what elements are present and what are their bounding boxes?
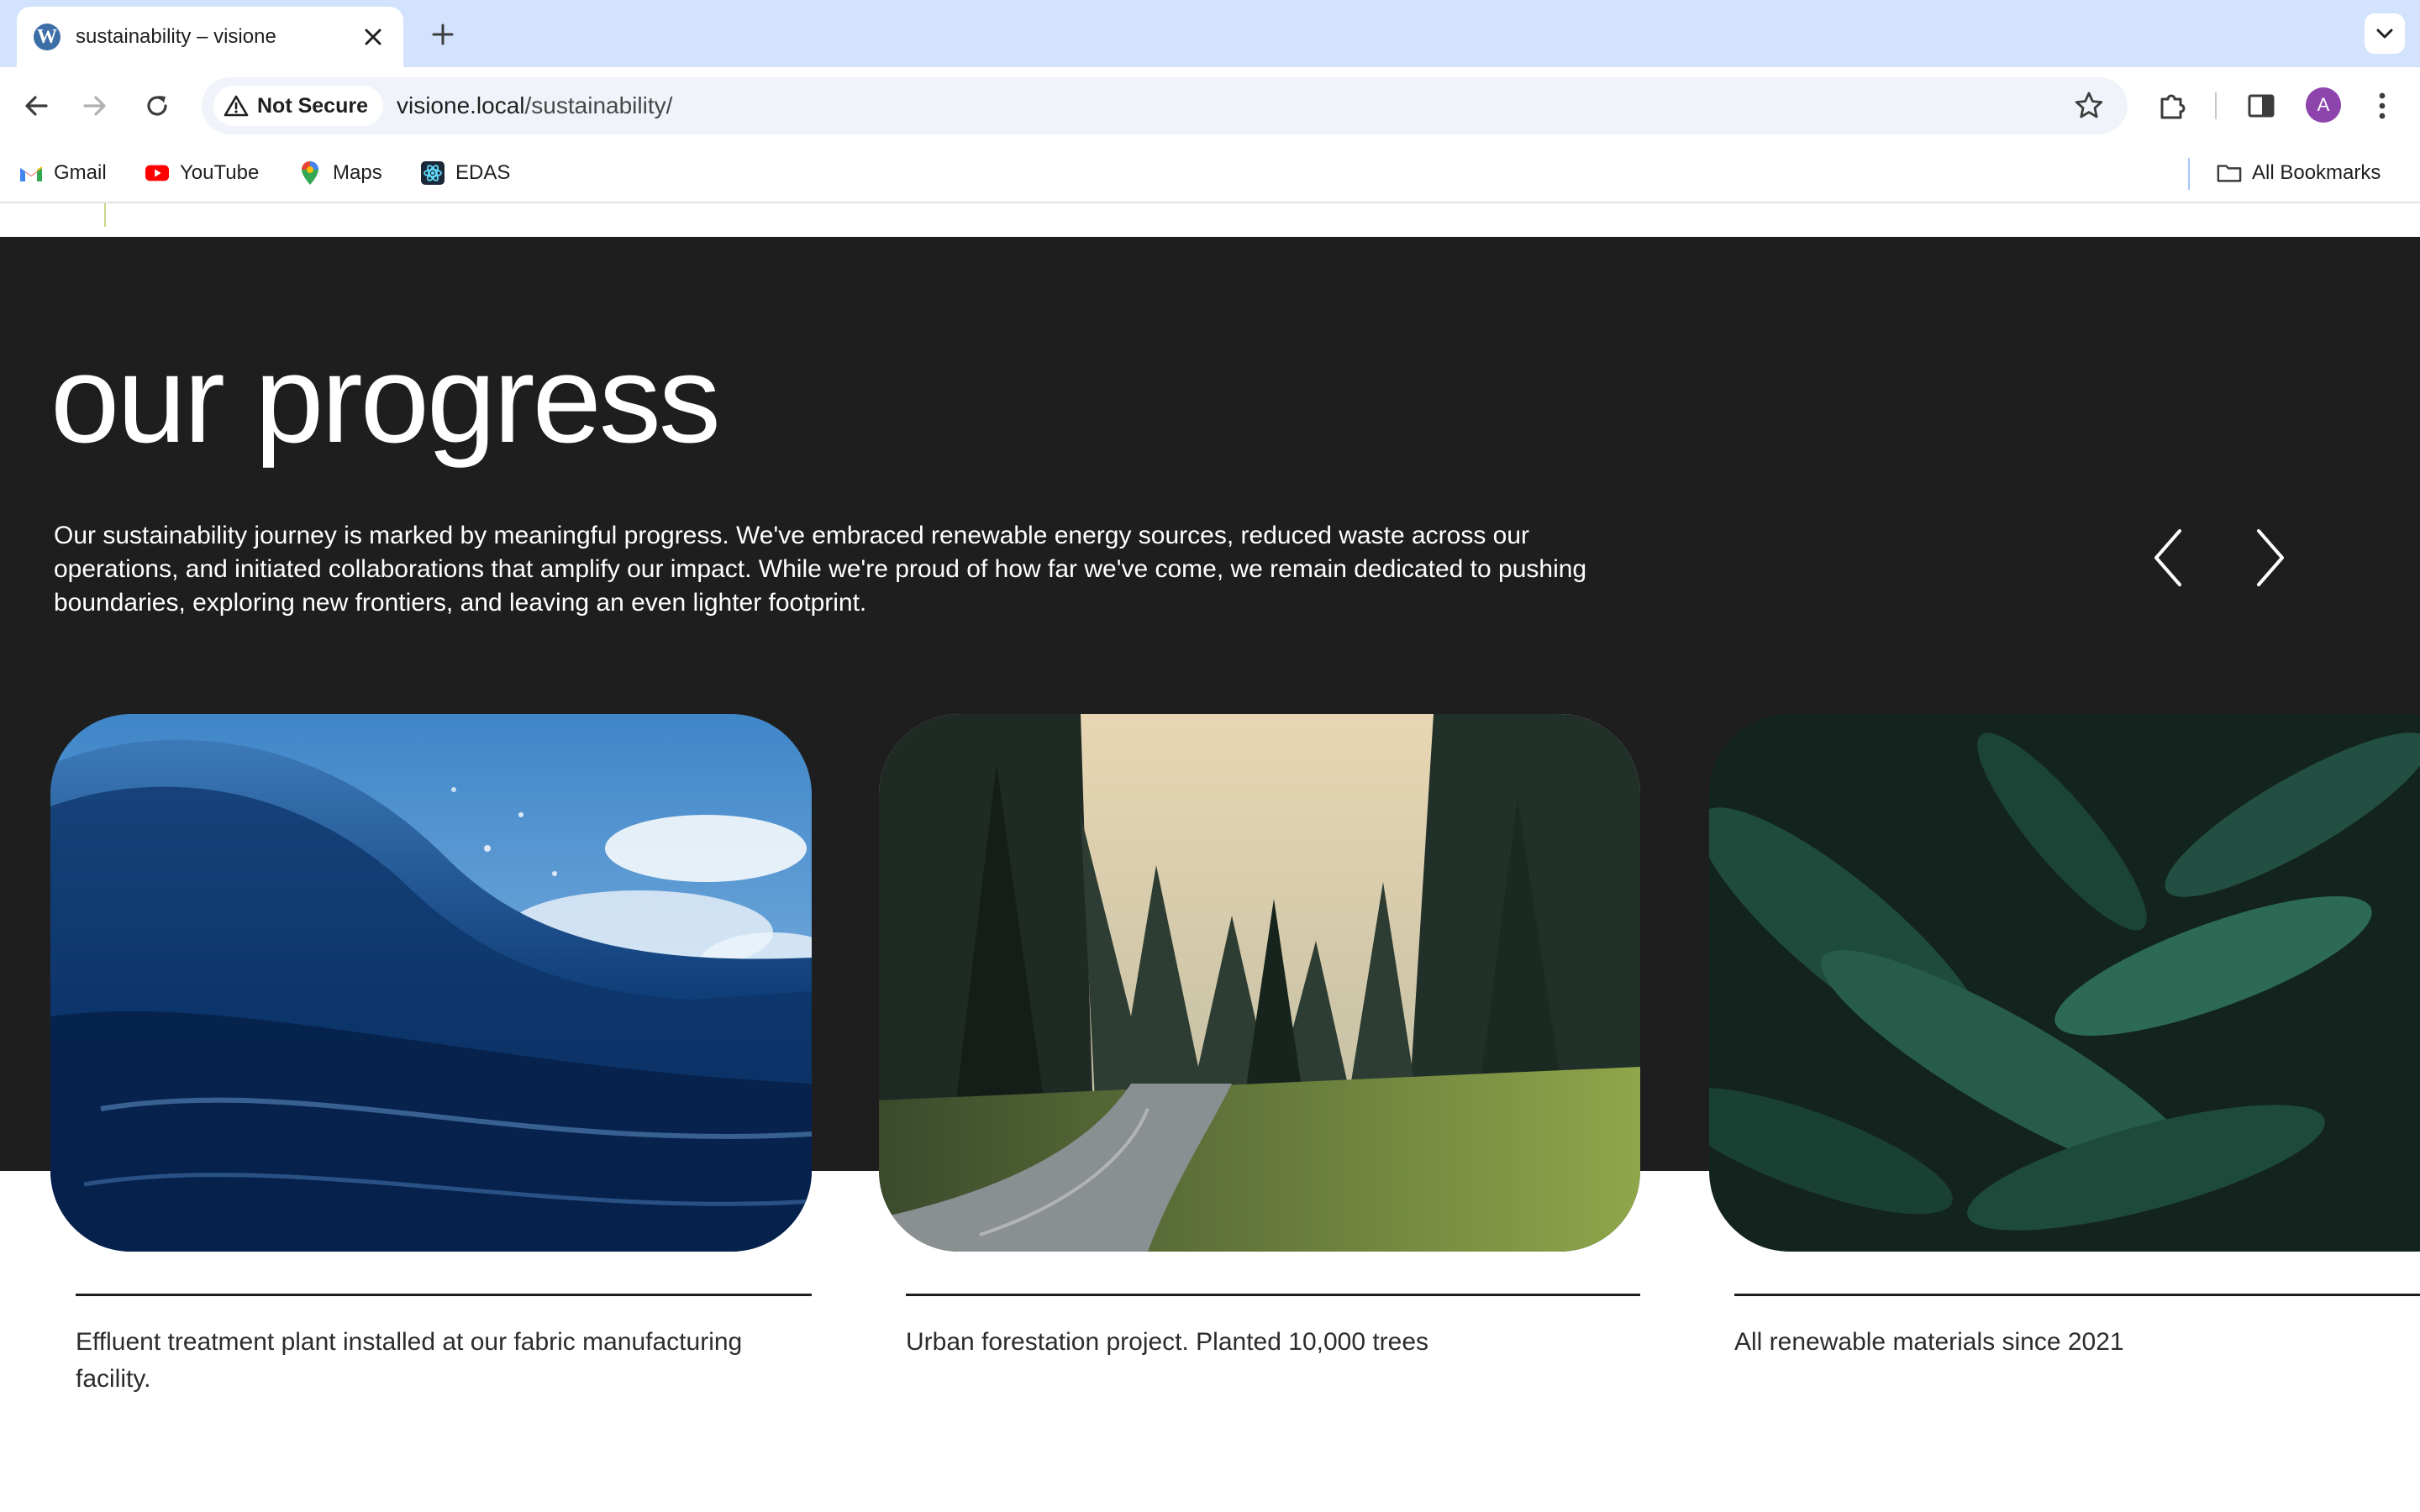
forward-button[interactable]	[76, 87, 114, 125]
bookmark-label: EDAS	[455, 161, 511, 184]
maps-icon	[297, 160, 323, 186]
browser-toolbar: Not Secure visione.local/sustainability/…	[0, 67, 2420, 144]
url-path: /sustainability/	[524, 92, 673, 118]
carousel-prev-button[interactable]	[2143, 524, 2193, 591]
bookmark-youtube[interactable]: YouTube	[145, 156, 259, 190]
card-divider	[1734, 1294, 2420, 1296]
ocean-wave-photo	[50, 714, 812, 1252]
bookmark-label: Maps	[333, 161, 382, 184]
card-caption: All renewable materials since 2021	[1734, 1328, 2124, 1356]
warning-icon	[224, 95, 249, 117]
browser-tab-active[interactable]: W sustainability – visione	[17, 7, 403, 67]
tab-title: sustainability – visione	[76, 25, 276, 48]
section-description: Our sustainability journey is marked by …	[54, 522, 1587, 617]
bookmarks-divider	[2188, 158, 2190, 190]
card-divider	[906, 1294, 1640, 1296]
carousel-next-button[interactable]	[2245, 524, 2296, 591]
tab-search-button[interactable]	[2365, 13, 2405, 54]
bookmark-edas[interactable]: EDAS	[420, 156, 510, 190]
gmail-icon	[18, 160, 44, 186]
all-bookmarks-button[interactable]: All Bookmarks	[2217, 156, 2381, 190]
section-title: our progress	[50, 330, 721, 469]
forest-river-photo	[879, 714, 1640, 1252]
edas-icon	[420, 160, 445, 186]
card-caption: Effluent treatment plant installed at ou…	[76, 1328, 743, 1393]
toolbar-divider	[2215, 92, 2217, 119]
back-button[interactable]	[17, 87, 55, 125]
all-bookmarks-label: All Bookmarks	[2252, 161, 2381, 184]
header-marker	[104, 203, 106, 227]
youtube-icon	[145, 160, 170, 186]
profile-avatar[interactable]: A	[2306, 87, 2341, 123]
security-indicator[interactable]: Not Secure	[213, 86, 383, 126]
url-text[interactable]: visione.local/sustainability/	[397, 92, 672, 119]
page-header-strip	[0, 203, 2420, 237]
url-host: visione.local	[396, 92, 525, 118]
side-panel-icon[interactable]	[2242, 87, 2281, 125]
bookmark-star-icon[interactable]	[2072, 89, 2106, 123]
card-caption: Urban forestation project. Planted 10,00…	[906, 1328, 1429, 1356]
bookmark-label: YouTube	[180, 161, 260, 184]
bookmark-maps[interactable]: Maps	[297, 156, 382, 190]
more-menu-icon[interactable]	[2363, 87, 2402, 125]
bookmarks-bar: Gmail YouTube Maps EDAS All Bookmarks	[0, 144, 2420, 203]
extensions-icon[interactable]	[2153, 87, 2191, 125]
wordpress-icon: W	[34, 24, 60, 50]
reload-button[interactable]	[138, 87, 176, 125]
tab-strip: W sustainability – visione	[0, 0, 2420, 67]
chevron-left-icon	[2154, 529, 2181, 586]
chevron-right-icon	[2257, 529, 2284, 586]
not-secure-label: Not Secure	[257, 93, 368, 118]
close-tab-icon[interactable]	[358, 22, 388, 52]
card-divider	[76, 1294, 812, 1296]
green-leaves-photo	[1709, 714, 2420, 1252]
bookmark-label: Gmail	[54, 161, 107, 184]
folder-icon	[2217, 160, 2242, 186]
bookmark-gmail[interactable]: Gmail	[18, 156, 107, 190]
new-tab-button[interactable]	[425, 17, 460, 52]
address-bar[interactable]: Not Secure visione.local/sustainability/	[202, 77, 2128, 134]
